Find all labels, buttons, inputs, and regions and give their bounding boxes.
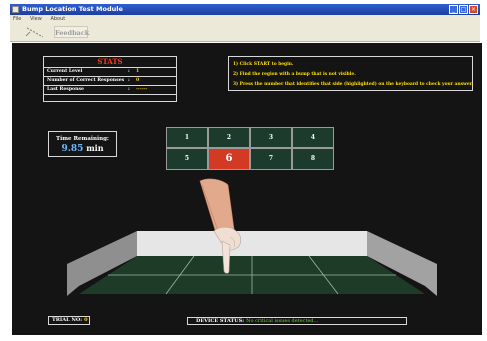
stat-label: Last Response [47, 87, 84, 92]
time-remaining-value: 9.85 min [49, 143, 116, 154]
stats-panel: STATS Current Level : 1 Number of Correc… [43, 56, 177, 102]
menu-view[interactable]: View [30, 16, 42, 22]
menu-file[interactable]: File [13, 16, 21, 22]
pen-tool-icon[interactable] [24, 25, 48, 40]
window-title: Bump Location Test Module [22, 5, 123, 13]
region-cell-3[interactable]: 3 [250, 127, 292, 148]
divider [44, 94, 176, 95]
region-grid: 1 2 3 4 5 6 7 8 [166, 127, 336, 171]
region-cell-8[interactable]: 8 [292, 148, 334, 170]
device-status-box: DEVICE STATUS: No critical issues detecte… [187, 317, 407, 325]
app-icon [12, 6, 19, 13]
stat-label: Number of Correct Responses [47, 78, 125, 83]
stat-value: 0 [136, 78, 140, 83]
region-cell-4[interactable]: 4 [292, 127, 334, 148]
instruction-step-1: 1) Click START to begin. [233, 62, 294, 67]
minimize-button[interactable]: _ [449, 5, 458, 14]
app-canvas: STATS Current Level : 1 Number of Correc… [12, 43, 482, 335]
maximize-button[interactable]: □ [459, 5, 468, 14]
title-bar: Bump Location Test Module _ □ × [10, 4, 480, 15]
hand-pointer-icon [194, 177, 254, 277]
menu-bar: File View About [10, 15, 480, 23]
menu-about[interactable]: About [50, 16, 65, 22]
instructions-panel: 1) Click START to begin. 2) Find the reg… [228, 56, 473, 91]
stat-label: Current Level [47, 69, 83, 74]
stat-row-last-response: Last Response : ------ [44, 85, 176, 94]
time-number: 9.85 [61, 144, 84, 154]
stats-title: STATS [97, 57, 123, 66]
device-status-value: No critical issues detected... [246, 318, 319, 324]
time-remaining-box: Time Remaining: 9.85 min [48, 131, 117, 157]
instruction-step-2: 2) Find the region with a bump that is n… [233, 72, 356, 77]
trial-number-box: TRIAL NO: 0 [48, 316, 90, 325]
stat-value: 1 [136, 69, 140, 74]
instruction-step-3: 3) Press the number that identifies that… [233, 82, 474, 87]
time-unit: min [86, 143, 104, 153]
region-cell-7[interactable]: 7 [250, 148, 292, 170]
toolbar: Feedback [10, 23, 480, 42]
stat-value: ------ [136, 87, 148, 92]
close-button[interactable]: × [469, 5, 478, 14]
device-status-label: DEVICE STATUS: [196, 318, 245, 324]
region-cell-1[interactable]: 1 [166, 127, 208, 148]
stat-row-current-level: Current Level : 1 [44, 67, 176, 76]
region-cell-5[interactable]: 5 [166, 148, 208, 170]
region-cell-6-highlighted[interactable]: 6 [208, 148, 250, 170]
trial-label: TRIAL NO: [52, 317, 83, 323]
feedback-button[interactable]: Feedback [54, 26, 89, 38]
trial-value: 0 [84, 317, 88, 323]
stat-row-correct-responses: Number of Correct Responses : 0 [44, 76, 176, 85]
time-remaining-label: Time Remaining: [56, 136, 109, 142]
region-cell-2[interactable]: 2 [208, 127, 250, 148]
